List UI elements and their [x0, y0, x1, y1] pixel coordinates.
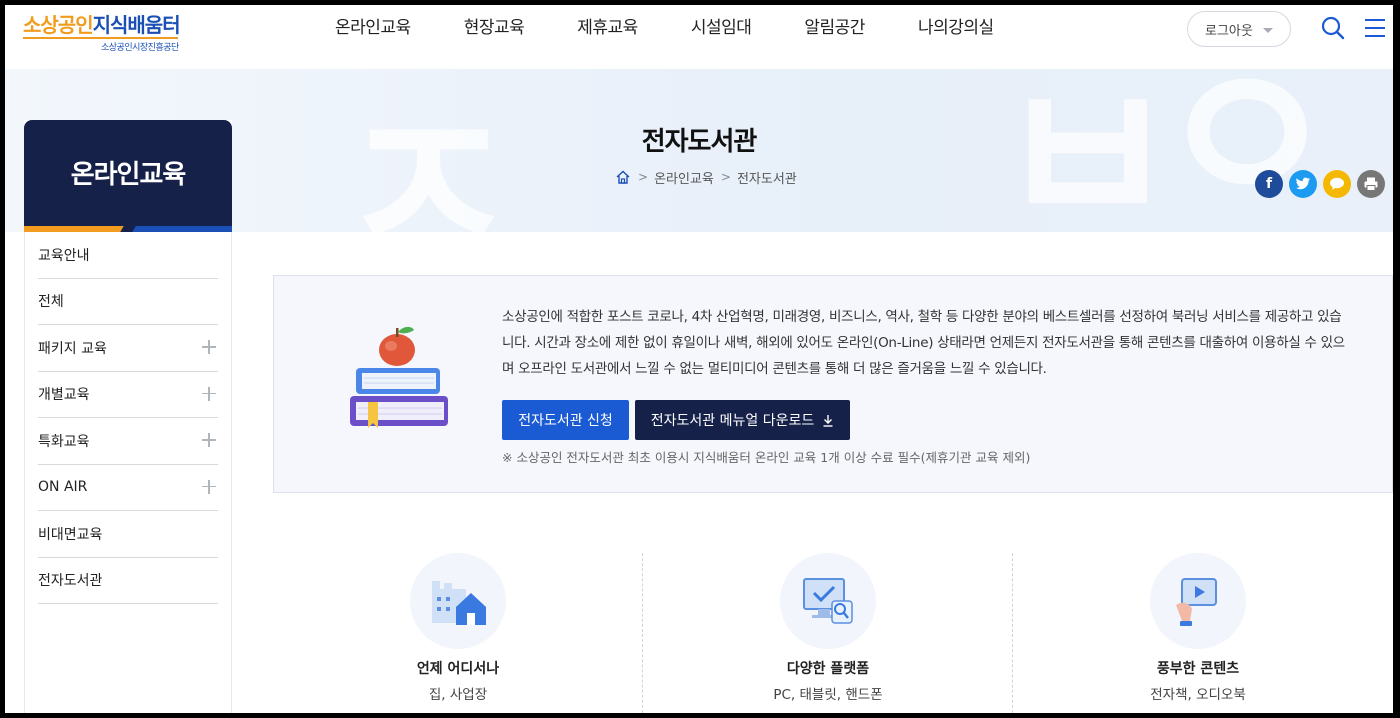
side-item-label: 교육안내 [38, 247, 90, 264]
global-nav: 온라인교육 현장교육 제휴교육 시설임대 알림공간 나의강의실 [335, 5, 1047, 55]
plus-icon[interactable] [202, 479, 216, 494]
feature-title: 풍부한 콘텐츠 [1156, 661, 1240, 677]
printer-icon [1364, 177, 1378, 191]
breadcrumb-separator: > [638, 170, 649, 184]
side-item-label: 특화교육 [38, 433, 90, 450]
feature-contents: 풍부한 콘텐츠 전자책, 오디오북 [1013, 545, 1383, 713]
twitter-bird-icon [1296, 177, 1310, 190]
side-item-label: 전자도서관 [38, 573, 103, 590]
side-item-label: 전체 [38, 294, 64, 311]
feature-title: 언제 어디서나 [416, 661, 500, 677]
side-item-all[interactable]: 전체 [38, 279, 218, 325]
building-home-icon [432, 581, 486, 625]
download-manual-label: 전자도서관 메뉴얼 다운로드 [650, 413, 815, 429]
logo-wordmark-a: 소상공인 [23, 13, 94, 37]
search-icon[interactable] [1320, 15, 1346, 41]
twitter-icon[interactable] [1289, 170, 1317, 198]
caret-down-icon [1263, 28, 1273, 33]
page-frame: 소상공인지식배움터 소상공인시장진흥공단 온라인교육 현장교육 제휴교육 시설임… [5, 5, 1393, 713]
logo-subtitle: 소상공인시장진흥공단 [101, 43, 179, 53]
logo-wordmark-b: 지식배움터 [92, 13, 181, 37]
apply-elibrary-button[interactable]: 전자도서관 신청 [502, 400, 629, 440]
apply-elibrary-label: 전자도서관 신청 [518, 413, 613, 429]
feature-list: 언제 어디서나 집, 사업장 다양한 플랫폼 PC, 태블릿, 핸드폰 풍부한 … [273, 545, 1393, 713]
side-item-label: ON AIR [38, 479, 88, 496]
side-item-elibrary[interactable]: 전자도서관 [38, 558, 218, 604]
side-item-individual[interactable]: 개별교육 [38, 372, 218, 418]
elibrary-note: ※ 소상공인 전자도서관 최초 이용시 지식배움터 온라인 교육 1개 이상 수… [502, 450, 1031, 465]
side-item-label: 비대면교육 [38, 526, 103, 543]
speech-bubble-icon [1330, 177, 1344, 190]
print-icon[interactable] [1357, 170, 1385, 198]
facebook-icon[interactable]: f [1255, 170, 1283, 198]
plus-icon[interactable] [202, 433, 216, 447]
gnb-item-facility[interactable]: 시설임대 [691, 5, 752, 51]
side-item-package[interactable]: 패키지 교육 [38, 325, 218, 372]
books-apple-icon [350, 326, 448, 428]
logo-wordmark: 소상공인지식배움터 [23, 9, 181, 38]
site-header: 소상공인지식배움터 소상공인시장진흥공단 온라인교육 현장교육 제휴교육 시설임… [5, 5, 1393, 69]
video-play-icon [1176, 578, 1217, 626]
side-item-untact[interactable]: 비대면교육 [38, 511, 218, 558]
side-item-label: 개별교육 [38, 387, 90, 404]
gnb-item-myclass[interactable]: 나의강의실 [918, 5, 994, 51]
side-menu-title: 온라인교육 [24, 120, 232, 230]
feature-subtitle: 전자책, 오디오북 [1150, 687, 1246, 703]
breadcrumb-level1[interactable]: 온라인교육 [654, 168, 714, 187]
logout-button[interactable]: 로그아웃 [1187, 11, 1291, 47]
breadcrumb-level2[interactable]: 전자도서관 [737, 168, 797, 187]
breadcrumb: > 온라인교육 > 전자도서관 [615, 167, 797, 187]
download-manual-button[interactable]: 전자도서관 메뉴얼 다운로드 [635, 400, 850, 440]
feature-icon-circle [780, 553, 876, 649]
feature-platform: 다양한 플랫폼 PC, 태블릿, 핸드폰 [643, 545, 1013, 713]
site-logo[interactable]: 소상공인지식배움터 소상공인시장진흥공단 [23, 9, 193, 53]
gnb-item-partner[interactable]: 제휴교육 [577, 5, 638, 51]
feature-title: 다양한 플랫폼 [786, 661, 870, 677]
monitor-check-icon [803, 578, 853, 624]
home-icon[interactable] [615, 169, 631, 185]
elibrary-info-box: 소상공인에 적합한 포스트 코로나, 4차 산업혁명, 미래경영, 비즈니스, … [273, 275, 1393, 493]
feature-icon-circle [1150, 553, 1246, 649]
side-menu: 온라인교육 교육안내 전체 패키지 교육 개별교육 특화교육 ON AIR 비대… [24, 120, 232, 713]
side-item-guide[interactable]: 교육안내 [38, 232, 218, 279]
feature-subtitle: PC, 태블릿, 핸드폰 [773, 687, 883, 703]
plus-icon[interactable] [202, 340, 216, 354]
download-icon [823, 414, 833, 427]
gnb-item-online[interactable]: 온라인교육 [335, 5, 411, 51]
feature-subtitle: 집, 사업장 [428, 687, 488, 703]
gnb-item-field[interactable]: 현장교육 [464, 5, 525, 51]
elibrary-description: 소상공인에 적합한 포스트 코로나, 4차 산업혁명, 미래경영, 비즈니스, … [502, 309, 1345, 377]
side-item-onair[interactable]: ON AIR [38, 465, 218, 511]
side-item-label: 패키지 교육 [38, 340, 107, 357]
plus-icon[interactable] [202, 386, 216, 401]
menu-icon[interactable] [1363, 16, 1387, 40]
feature-anywhere: 언제 어디서나 집, 사업장 [273, 545, 643, 713]
gnb-item-notice[interactable]: 알림공간 [804, 5, 865, 51]
logout-label: 로그아웃 [1205, 23, 1253, 39]
kakaostory-icon[interactable] [1323, 170, 1351, 198]
logo-underline [23, 37, 178, 39]
facebook-glyph: f [1265, 176, 1273, 192]
side-menu-list: 교육안내 전체 패키지 교육 개별교육 특화교육 ON AIR 비대면교육 전자… [24, 232, 232, 713]
visual-decoration: ㅈ [335, 72, 520, 233]
breadcrumb-separator: > [720, 170, 731, 184]
feature-icon-circle [410, 553, 506, 649]
share-buttons: f [1255, 170, 1391, 198]
side-item-special[interactable]: 특화교육 [38, 418, 218, 465]
